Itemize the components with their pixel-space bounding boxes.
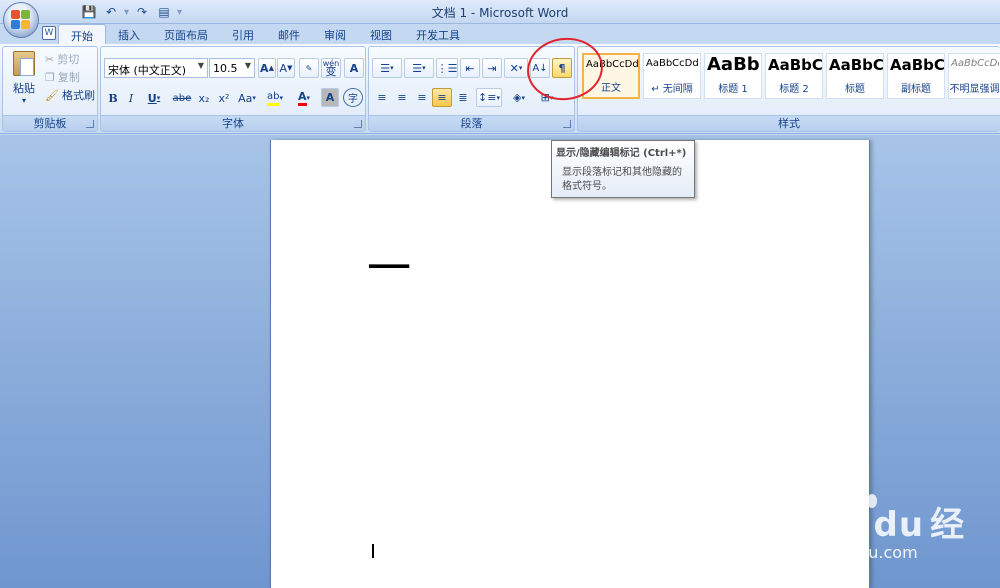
clipboard-group-label: 剪贴板 — [3, 115, 97, 131]
format-painter-button[interactable]: 🖌 格式刷 — [45, 87, 95, 103]
italic-button[interactable]: I — [123, 89, 139, 107]
multilevel-list-icon: ⋮☰ — [436, 61, 458, 75]
style-heading-1[interactable]: AaBb 标题 1 — [704, 53, 762, 99]
justify-button[interactable]: ≡ — [432, 88, 452, 107]
copy-button[interactable]: ❐ 复制 — [45, 69, 80, 85]
tab-references[interactable]: 引用 — [220, 24, 266, 44]
clipboard-dialog-launcher-icon[interactable] — [86, 120, 94, 128]
window-title: 文档 1 - Microsoft Word — [431, 6, 569, 20]
cut-button[interactable]: ✂ 剪切 — [45, 51, 79, 67]
title-bar: 💾 ↶ ▾ ↷ ▤ ▾ 文档 1 - Microsoft Word — [0, 0, 1000, 38]
character-shading-button[interactable]: A — [321, 88, 339, 107]
chinese-layout-icon: ✕ — [509, 61, 519, 75]
shading-button[interactable]: ◈ ▾ — [506, 88, 532, 107]
distributed-icon: ≣ — [458, 91, 468, 104]
outdent-icon: ⇤ — [465, 61, 475, 75]
paragraph-group-label: 段落 — [369, 115, 574, 131]
highlighter-icon: ab — [267, 91, 280, 106]
tab-view[interactable]: 视图 — [358, 24, 404, 44]
paste-button[interactable]: 粘贴 ▾ — [9, 51, 39, 105]
multilevel-list-button[interactable]: ⋮☰ — [436, 58, 458, 78]
style-heading-2[interactable]: AaBbC 标题 2 — [765, 53, 823, 99]
style-title[interactable]: AaBbC 标题 — [826, 53, 884, 99]
font-group: 宋体 (中文正文) ▼ 10.5 ▼ A ▲ A ▼ ✎ wén 变 A B I U ▾ a… — [100, 46, 366, 132]
tab-insert[interactable]: 插入 — [106, 24, 152, 44]
show-hide-tooltip: 显示/隐藏编辑标记 (Ctrl+*) 显示段落标记和其他隐藏的格式符号。 — [551, 140, 695, 198]
font-size-combo[interactable]: 10.5 ▼ — [209, 58, 255, 78]
paragraph-dialog-launcher-icon[interactable] — [563, 120, 571, 128]
enclose-characters-button[interactable]: 字 — [343, 88, 363, 107]
tab-home[interactable]: 开始 — [58, 24, 106, 44]
phonetic-guide-button[interactable]: wén 变 — [321, 58, 341, 78]
font-name-combo[interactable]: 宋体 (中文正文) ▼ — [104, 58, 208, 78]
font-color-button[interactable]: A ▾ — [291, 89, 317, 107]
increase-indent-button[interactable]: ⇥ — [482, 58, 502, 78]
chevron-down-icon: ▼ — [244, 61, 251, 70]
decrease-indent-button[interactable]: ⇤ — [460, 58, 480, 78]
style-subtitle[interactable]: AaBbC 副标题 — [887, 53, 945, 99]
line-spacing-button[interactable]: ↕≡ ▾ — [476, 88, 502, 107]
line-spacing-icon: ↕≡ — [478, 91, 497, 104]
align-left-icon: ≡ — [377, 91, 387, 104]
chevron-down-icon: ▼ — [197, 61, 204, 70]
document-text[interactable]: 一 — [367, 247, 411, 291]
tab-developer[interactable]: 开发工具 — [404, 24, 472, 44]
tab-page-layout[interactable]: 页面布局 — [152, 24, 220, 44]
paste-icon — [13, 51, 35, 76]
align-right-icon: ≡ — [417, 91, 427, 104]
paint-bucket-icon: ◈ — [513, 91, 522, 104]
numbered-list-icon: ☰ — [412, 61, 423, 75]
office-button[interactable] — [3, 2, 39, 38]
bullets-button[interactable]: ☰ ▾ — [372, 58, 402, 78]
styles-group: AaBbCcDd 正文 AaBbCcDd ↵ 无间隔 AaBb 标题 1 AaB… — [577, 46, 1000, 132]
change-case-button[interactable]: Aa ▾ — [235, 89, 259, 107]
justify-icon: ≡ — [437, 91, 447, 104]
superscript-button[interactable]: x² — [215, 89, 233, 107]
copy-icon: ❐ — [45, 70, 55, 84]
grow-font-button[interactable]: A ▲ — [258, 58, 276, 78]
align-left-button[interactable]: ≡ — [373, 88, 391, 107]
align-right-button[interactable]: ≡ — [413, 88, 431, 107]
chinese-layout-button[interactable]: ✕ ▾ — [504, 58, 528, 78]
underline-button[interactable]: U ▾ — [143, 89, 165, 107]
character-border-button[interactable]: A — [344, 58, 364, 78]
clear-format-button[interactable]: ✎ — [299, 58, 319, 78]
tab-review[interactable]: 审阅 — [312, 24, 358, 44]
office-logo-icon — [11, 10, 31, 30]
distributed-button[interactable]: ≣ — [454, 88, 472, 107]
style-no-spacing[interactable]: AaBbCcDd ↵ 无间隔 — [643, 53, 701, 99]
scissors-icon: ✂ — [45, 52, 55, 66]
strikethrough-button[interactable]: abe — [171, 89, 193, 107]
bullet-list-icon: ☰ — [380, 61, 391, 75]
tooltip-title: 显示/隐藏编辑标记 (Ctrl+*) — [556, 148, 687, 159]
styles-group-label: 样式 — [578, 115, 1000, 131]
text-highlight-button[interactable]: ab ▾ — [261, 89, 289, 107]
font-group-label: 字体 — [101, 115, 365, 131]
numbering-button[interactable]: ☰ ▾ — [404, 58, 434, 78]
tab-mailings[interactable]: 邮件 — [266, 24, 312, 44]
format-painter-icon: 🖌 — [45, 88, 59, 102]
align-center-button[interactable]: ≡ — [393, 88, 411, 107]
indent-icon: ⇥ — [487, 61, 497, 75]
text-cursor — [372, 544, 374, 558]
clipboard-group: 粘贴 ▾ ✂ 剪切 ❐ 复制 🖌 格式刷 剪贴板 — [2, 46, 98, 132]
shrink-font-button[interactable]: A ▼ — [277, 58, 295, 78]
baidu-watermark: Bai du 经验 jingyan.baidu.com — [770, 484, 1000, 588]
font-dialog-launcher-icon[interactable] — [354, 120, 362, 128]
bold-button[interactable]: B — [105, 89, 121, 107]
eraser-icon: ✎ — [305, 63, 313, 73]
paw-icon — [835, 484, 877, 525]
help-icon[interactable]: W — [42, 26, 56, 40]
style-subtle-emphasis[interactable]: AaBbCcDd 不明显强调 — [948, 53, 1000, 99]
tooltip-body: 显示段落标记和其他隐藏的格式符号。 — [562, 167, 682, 192]
ribbon: 粘贴 ▾ ✂ 剪切 ❐ 复制 🖌 格式刷 剪贴板 宋体 (中文正文) ▼ 10.5 ▼ A… — [0, 44, 1000, 134]
ribbon-tab-bar: W 开始 插入 页面布局 引用 邮件 审阅 视图 开发工具 — [0, 24, 1000, 44]
subscript-button[interactable]: x₂ — [195, 89, 213, 107]
align-center-icon: ≡ — [397, 91, 407, 104]
